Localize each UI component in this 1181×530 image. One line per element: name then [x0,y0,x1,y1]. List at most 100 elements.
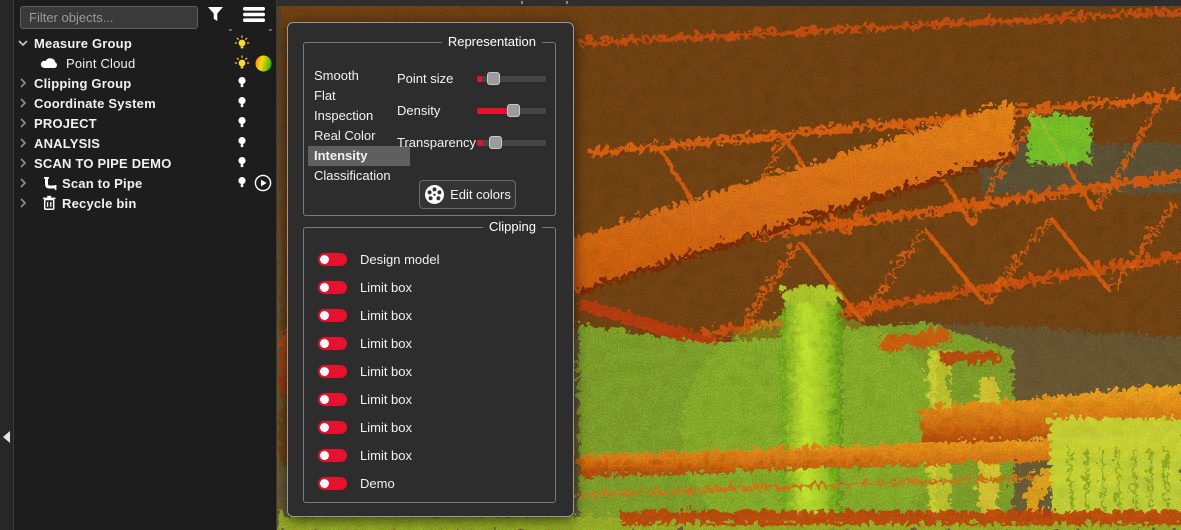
clip-row-limit-box[interactable]: Limit box [304,301,557,329]
play-button[interactable] [254,174,272,192]
tree-label: Scan to Pipe [62,176,142,191]
tree-label: Clipping Group [34,76,131,91]
clip-label: Limit box [360,364,412,379]
visibility-bulb-on-icon[interactable] [234,55,250,71]
visibility-bulb-on-icon[interactable] [234,35,250,51]
trash-icon [42,195,62,211]
object-tree-panel: ⌄ ⌄ Measure Group [14,0,277,530]
clip-label: Limit box [360,280,412,295]
representation-clipping-panel: Representation Smooth Flat Inspection Re… [287,22,574,517]
slider-fill [477,140,483,146]
filter-button[interactable]: ⌄ [206,4,234,32]
clip-row-limit-box[interactable]: Limit box [304,413,557,441]
clip-label: Design model [360,252,440,267]
toggle-switch[interactable] [318,365,347,378]
tree-label: Coordinate System [34,96,156,111]
toggle-knob [320,339,329,348]
slider-thumb[interactable] [487,72,500,85]
app-window: ⌄ ⌄ Measure Group [0,0,1181,530]
toggle-switch[interactable] [318,477,347,490]
toggle-knob [320,255,329,264]
tree-row-scan-to-pipe-demo[interactable]: SCAN TO PIPE DEMO [14,153,277,173]
expander-right-icon[interactable] [18,178,28,188]
top-strip [277,0,1181,6]
visibility-bulb-icon[interactable] [234,136,250,150]
clip-row-limit-box[interactable]: Limit box [304,329,557,357]
visibility-bulb-icon[interactable] [234,76,250,90]
visibility-bulb-icon[interactable] [234,156,250,170]
color-sphere-icon[interactable] [254,55,272,72]
slider-fill [477,108,509,114]
representation-group-title: Representation [442,34,542,49]
tree-row-scan-to-pipe[interactable]: Scan to Pipe [14,173,277,193]
toggle-knob [320,283,329,292]
clip-label: Limit box [360,308,412,323]
density-label: Density [397,103,440,118]
visibility-bulb-icon[interactable] [234,116,250,130]
clip-label: Limit box [360,420,412,435]
density-slider[interactable] [476,107,547,115]
clip-label: Demo [360,476,395,491]
tree-label: SCAN TO PIPE DEMO [34,156,172,171]
toggle-switch[interactable] [318,393,347,406]
density-slider-row: Density [304,101,557,121]
tree-row-coordinate-system[interactable]: Coordinate System [14,93,277,113]
expander-right-icon[interactable] [18,78,28,88]
tree-row-point-cloud[interactable]: Point Cloud [14,53,277,73]
clip-row-demo[interactable]: Demo [304,469,557,497]
toggle-switch[interactable] [318,421,347,434]
tree-row-project[interactable]: PROJECT [14,113,277,133]
menu-button[interactable]: ⌄ [242,4,274,32]
tree-label: Recycle bin [62,196,136,211]
expander-right-icon[interactable] [18,98,28,108]
transparency-label: Transparency [397,135,476,150]
tree-row-clipping-group[interactable]: Clipping Group [14,73,277,93]
expander-right-icon[interactable] [18,138,28,148]
edit-colors-label: Edit colors [450,187,511,202]
toggle-switch[interactable] [318,253,347,266]
left-rail [0,0,14,530]
clipping-group-title: Clipping [483,219,542,234]
transparency-slider-row: Transparency [304,133,557,153]
expander-right-icon[interactable] [18,198,28,208]
tree-row-measure-group[interactable]: Measure Group [14,33,277,53]
expander-right-icon[interactable] [18,118,28,128]
hamburger-icon [242,4,266,26]
sidebar-collapse-arrow-icon[interactable] [3,431,10,443]
expander-right-icon[interactable] [18,158,28,168]
toggle-knob [320,395,329,404]
pipe-elbow-icon [42,175,62,191]
representation-group: Representation Smooth Flat Inspection Re… [303,42,556,216]
slider-thumb[interactable] [489,136,502,149]
clip-label: Limit box [360,336,412,351]
expander-down-icon[interactable] [18,38,28,48]
toggle-switch[interactable] [318,281,347,294]
toggle-knob [320,479,329,488]
visibility-bulb-icon[interactable] [234,176,250,190]
toggle-switch[interactable] [318,449,347,462]
clip-row-limit-box[interactable]: Limit box [304,273,557,301]
clip-row-design-model[interactable]: Design model [304,245,557,273]
tree-label: Point Cloud [66,56,135,71]
toggle-knob [320,311,329,320]
tree-row-analysis[interactable]: ANALYSIS [14,133,277,153]
toggle-switch[interactable] [318,309,347,322]
mode-classification[interactable]: Classification [308,166,410,186]
transparency-slider[interactable] [476,139,547,147]
clip-row-limit-box[interactable]: Limit box [304,357,557,385]
toggle-knob [320,367,329,376]
clip-row-limit-box[interactable]: Limit box [304,441,557,469]
clipping-group: Clipping Design model Limit box Limit bo… [303,227,556,503]
tree-row-recycle-bin[interactable]: Recycle bin [14,193,277,213]
visibility-bulb-icon[interactable] [234,96,250,110]
clip-label: Limit box [360,448,412,463]
filter-objects-input[interactable] [20,6,198,29]
edit-colors-button[interactable]: Edit colors [419,180,516,209]
clip-row-limit-box[interactable]: Limit box [304,385,557,413]
slider-thumb[interactable] [507,104,520,117]
toggle-knob [320,423,329,432]
point-size-slider[interactable] [476,75,547,83]
funnel-icon [206,4,226,26]
toggle-switch[interactable] [318,337,347,350]
clipping-list: Design model Limit box Limit box Limit b… [304,245,557,497]
